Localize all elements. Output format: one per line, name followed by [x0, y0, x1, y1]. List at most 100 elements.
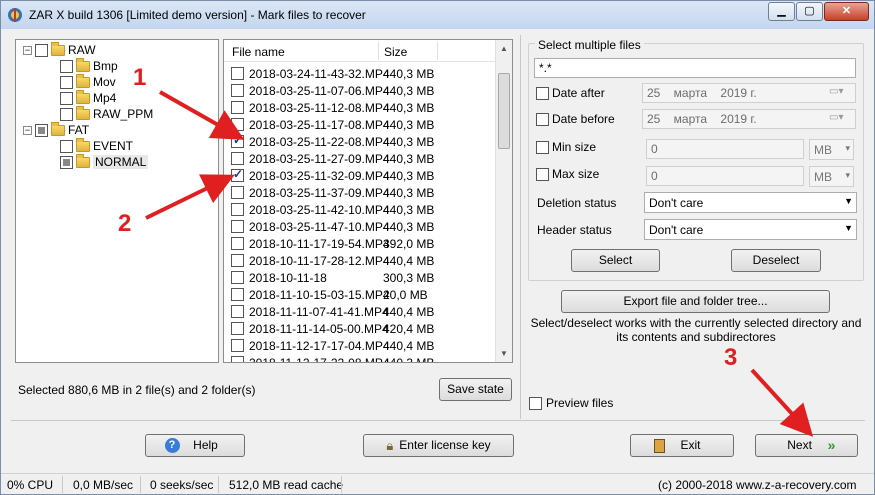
file-checkbox[interactable]: [231, 203, 244, 216]
select-button[interactable]: Select: [571, 249, 660, 272]
tree-checkbox[interactable]: [60, 155, 73, 169]
file-checkbox[interactable]: [231, 339, 244, 352]
exit-label: Exit: [680, 438, 701, 452]
file-checkbox[interactable]: [231, 288, 244, 301]
tree-node[interactable]: NORMAL: [60, 153, 149, 170]
file-name: 2018-10-11-17-28-12.MP4: [249, 253, 390, 268]
calendar-icon[interactable]: ▭▾: [829, 112, 843, 123]
file-list[interactable]: File name Size 2018-03-24-11-43-32.MP4 44…: [223, 39, 513, 363]
file-row[interactable]: 2018-10-11-17-28-12.MP4 440,4 MB: [224, 252, 496, 269]
export-tree-button[interactable]: Export file and folder tree...: [561, 290, 830, 313]
file-name: 2018-03-25-11-37-09.MP4: [249, 185, 390, 200]
file-row[interactable]: 2018-03-25-11-32-09.MP4440,3 MB: [224, 167, 496, 184]
tree-node[interactable]: − FAT: [23, 121, 89, 138]
column-file-name[interactable]: File name: [232, 45, 285, 59]
min-size-label: Min size: [552, 140, 597, 154]
file-checkbox[interactable]: [231, 167, 244, 182]
file-checkbox[interactable]: [231, 118, 244, 131]
cpu-status: 0% CPU: [7, 478, 54, 492]
preview-files-checkbox[interactable]: [529, 397, 542, 410]
file-row[interactable]: 2018-03-25-11-47-10.MP4 440,3 MB: [224, 218, 496, 235]
save-state-button[interactable]: Save state: [439, 378, 512, 401]
file-row[interactable]: 2018-03-24-11-43-32.MP4 440,3 MB: [224, 65, 496, 82]
max-size-input[interactable]: 0: [646, 166, 804, 186]
column-size[interactable]: Size: [384, 45, 407, 59]
file-row[interactable]: 2018-11-11-14-05-00.MP4 420,4 MB: [224, 320, 496, 337]
file-checkbox[interactable]: [231, 133, 244, 148]
tree-checkbox[interactable]: [60, 139, 73, 153]
deletion-status-select[interactable]: Don't care ▼: [644, 192, 857, 213]
copyright: (c) 2000-2018 www.z-a-recovery.com: [658, 478, 857, 492]
file-row[interactable]: 2018-03-25-11-22-08.MP4440,3 MB: [224, 133, 496, 150]
collapse-icon[interactable]: −: [23, 45, 32, 55]
file-checkbox[interactable]: [231, 186, 244, 199]
collapse-icon[interactable]: −: [23, 125, 32, 135]
max-size-checkbox[interactable]: [536, 168, 549, 181]
file-checkbox[interactable]: [231, 84, 244, 97]
cache-status: 512,0 MB read cache: [229, 478, 344, 492]
file-name: 2018-10-11-18: [249, 270, 327, 285]
date-after-checkbox[interactable]: [536, 87, 549, 100]
file-size: 440,3 MB: [383, 355, 435, 363]
minimize-button[interactable]: ▁: [768, 2, 795, 21]
folder-icon: [76, 105, 90, 120]
file-row[interactable]: 2018-03-25-11-17-08.MP4 440,3 MB: [224, 116, 496, 133]
close-button[interactable]: ✕: [824, 2, 869, 21]
file-checkbox[interactable]: [231, 220, 244, 233]
max-size-unit-select[interactable]: MB ▾: [809, 166, 854, 187]
file-checkbox[interactable]: [231, 67, 244, 80]
min-size-input[interactable]: 0: [646, 139, 804, 159]
file-row[interactable]: 2018-03-25-11-27-09.MP4 440,3 MB: [224, 150, 496, 167]
mask-input[interactable]: *.*: [534, 58, 856, 78]
tree-node[interactable]: Bmp: [60, 57, 118, 74]
file-row[interactable]: 2018-11-11-07-41-41.MP4 440,4 MB: [224, 303, 496, 320]
file-checkbox[interactable]: [231, 254, 244, 267]
tree-checkbox[interactable]: [60, 91, 73, 105]
tree-node[interactable]: RAW_PPM: [60, 105, 153, 122]
scroll-up-icon[interactable]: ▲: [496, 40, 512, 57]
deselect-button[interactable]: Deselect: [731, 249, 821, 272]
tree-node[interactable]: EVENT: [60, 137, 133, 154]
maximize-button[interactable]: ▢: [796, 2, 823, 21]
file-row[interactable]: 2018-03-25-11-42-10.MP4 440,3 MB: [224, 201, 496, 218]
file-row[interactable]: 2018-11-12-17-17-04.MP4 440,4 MB: [224, 337, 496, 354]
file-row[interactable]: 2018-03-25-11-37-09.MP4 440,3 MB: [224, 184, 496, 201]
header-status-select[interactable]: Don't care ▼: [644, 219, 857, 240]
file-checkbox[interactable]: [231, 271, 244, 284]
scroll-thumb[interactable]: [498, 73, 510, 149]
file-row[interactable]: 2018-03-25-11-12-08.MP4 440,3 MB: [224, 99, 496, 116]
tree-node[interactable]: − RAW: [23, 41, 96, 58]
file-checkbox[interactable]: [231, 152, 244, 165]
date-before-picker[interactable]: 25 марта 2019 г.: [642, 109, 856, 129]
tree-node[interactable]: Mov: [60, 73, 116, 90]
tree-node[interactable]: Mp4: [60, 89, 116, 106]
min-size-checkbox[interactable]: [536, 141, 549, 154]
folder-tree[interactable]: − RAW Bmp Mov Mp4 RAW_PPM − FAT EVENT NORMAL: [15, 39, 219, 363]
exit-button[interactable]: Exit: [630, 434, 734, 457]
tree-checkbox[interactable]: [35, 43, 48, 57]
file-row[interactable]: 2018-11-10-15-03-15.MP4 20,0 MB: [224, 286, 496, 303]
file-row[interactable]: 2018-10-11-18 300,3 MB: [224, 269, 496, 286]
file-checkbox[interactable]: [231, 101, 244, 114]
calendar-icon[interactable]: ▭▾: [829, 86, 843, 97]
tree-checkbox[interactable]: [60, 107, 73, 121]
date-after-picker[interactable]: 25 марта 2019 г.: [642, 83, 856, 103]
file-list-scrollbar[interactable]: ▲ ▼: [495, 40, 512, 362]
file-row[interactable]: 2018-10-11-17-19-54.MP4 392,0 MB: [224, 235, 496, 252]
file-size: 440,3 MB: [383, 219, 435, 234]
next-button[interactable]: Next »: [755, 434, 858, 457]
file-checkbox[interactable]: [231, 356, 244, 362]
min-size-unit-select[interactable]: MB ▾: [809, 139, 854, 160]
tree-checkbox[interactable]: [60, 59, 73, 73]
help-button[interactable]: ? Help: [145, 434, 245, 457]
file-checkbox[interactable]: [231, 322, 244, 335]
file-row[interactable]: 2018-03-25-11-07-06.MP4 440,3 MB: [224, 82, 496, 99]
file-checkbox[interactable]: [231, 305, 244, 318]
date-before-checkbox[interactable]: [536, 113, 549, 126]
tree-checkbox[interactable]: [35, 123, 48, 137]
file-row[interactable]: 2018-11-12-17-22-08.MP4 440,3 MB: [224, 354, 496, 363]
file-checkbox[interactable]: [231, 237, 244, 250]
scroll-down-icon[interactable]: ▼: [496, 345, 512, 362]
tree-checkbox[interactable]: [60, 75, 73, 89]
enter-license-button[interactable]: 🔒︎ Enter license key: [363, 434, 514, 457]
